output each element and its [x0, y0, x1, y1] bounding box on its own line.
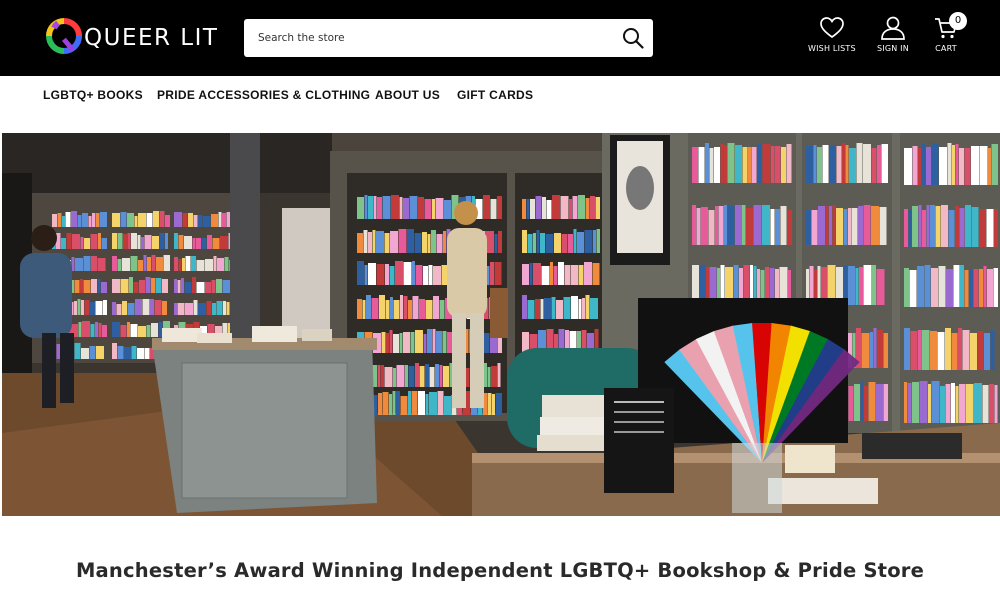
page-tagline: Manchester’s Award Winning Independent L… [75, 559, 925, 582]
sign-in-label: SIGN IN [877, 44, 909, 53]
nav-item-lgbtq-books[interactable]: LGBTQ+ BOOKS [43, 88, 143, 102]
user-icon [880, 16, 906, 40]
wishlist-button[interactable]: WISH LISTS [808, 16, 856, 53]
cart-icon: 0 [934, 12, 967, 40]
search-input[interactable] [244, 19, 604, 57]
site-logo[interactable]: QUEER LIT [46, 17, 218, 55]
cart-count-badge: 0 [949, 12, 967, 30]
nav-item-pride-accessories[interactable]: PRIDE ACCESSORIES & CLOTHING [157, 88, 370, 102]
logo-wordmark: QUEER LIT [84, 25, 219, 51]
nav-item-gift-cards[interactable]: GIFT CARDS [457, 88, 533, 102]
search-icon[interactable] [622, 27, 644, 49]
cart-button[interactable]: 0 CART [934, 12, 967, 53]
main-navigation: LGBTQ+ BOOKS PRIDE ACCESSORIES & CLOTHIN… [0, 76, 1000, 114]
hero-banner-image[interactable] [2, 133, 1000, 516]
search-bar [244, 19, 653, 57]
nav-item-about-us[interactable]: ABOUT US [375, 88, 440, 102]
cart-label: CART [935, 44, 957, 53]
rainbow-q-logo-icon [46, 18, 82, 54]
heart-icon [819, 16, 845, 40]
site-header: QUEER LIT WISH LISTS SIGN IN [0, 0, 1000, 76]
sign-in-button[interactable]: SIGN IN [877, 16, 909, 53]
wishlist-label: WISH LISTS [808, 44, 856, 53]
